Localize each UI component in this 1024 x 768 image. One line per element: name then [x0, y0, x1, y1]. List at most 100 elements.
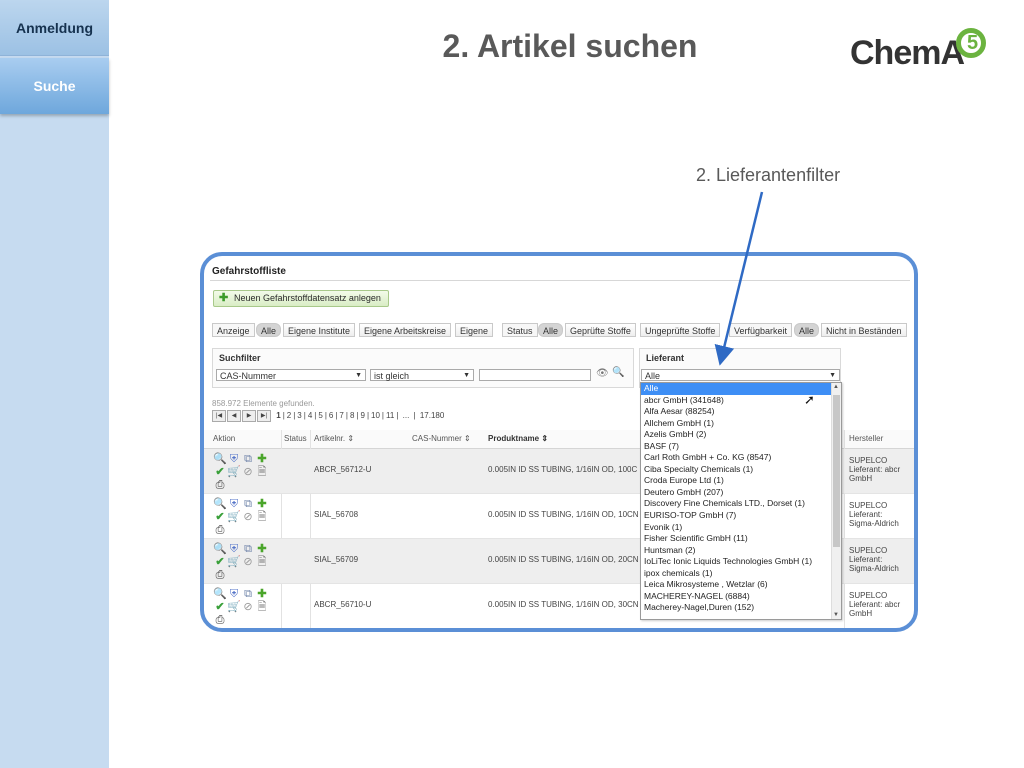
page-link[interactable]: 3 — [297, 411, 301, 420]
dropdown-scrollbar[interactable]: ▲ ▼ — [831, 383, 841, 619]
dropdown-option[interactable]: Macherey-Nagel,Duren (152) — [641, 602, 841, 614]
logo-text: ChemA — [850, 34, 965, 72]
block-icon[interactable]: ⊘ — [241, 556, 255, 569]
status-alle[interactable]: Alle — [538, 323, 564, 337]
dropdown-option[interactable]: ipox chemicals (1) — [641, 568, 841, 580]
document-icon[interactable]: 🗎 — [255, 601, 269, 614]
check-icon[interactable]: ✔ — [213, 601, 227, 614]
document-icon[interactable]: 🗎 — [255, 466, 269, 479]
anzeige-eigene-arbeitskreise[interactable]: Eigene Arbeitskreise — [359, 323, 452, 337]
dropdown-option[interactable]: EURISO-TOP GmbH (7) — [641, 510, 841, 522]
document-icon[interactable]: 🗎 — [255, 556, 269, 569]
scroll-up-icon[interactable]: ▲ — [833, 384, 839, 390]
printer-icon[interactable]: ⎙ — [213, 569, 227, 582]
dropdown-option[interactable]: Fisher Scientific GmbH (11) — [641, 533, 841, 545]
copy-icon[interactable]: ⧉ — [241, 543, 255, 556]
page-link[interactable]: 1 — [276, 411, 280, 420]
check-icon[interactable]: ✔ — [213, 466, 227, 479]
plus-icon[interactable]: ✚ — [255, 588, 269, 601]
printer-icon[interactable]: ⎙ — [213, 524, 227, 537]
document-icon[interactable]: 🗎 — [255, 511, 269, 524]
page-link[interactable]: 5 — [318, 411, 322, 420]
anzeige-eigene-institute[interactable]: Eigene Institute — [283, 323, 356, 337]
block-icon[interactable]: ⊘ — [241, 511, 255, 524]
next-page-button[interactable]: ▶ — [242, 410, 256, 422]
suchfilter-value-input[interactable] — [479, 369, 591, 381]
first-page-button[interactable]: |◀ — [212, 410, 226, 422]
page-link[interactable]: 8 — [350, 411, 354, 420]
search-icon[interactable]: 🔍 — [213, 453, 227, 466]
cart-icon[interactable]: 🛒 — [227, 601, 241, 614]
dropdown-option[interactable]: Allchem GmbH (1) — [641, 418, 841, 430]
col-status[interactable]: Status — [284, 434, 307, 443]
search-icon[interactable]: 🔍 — [213, 543, 227, 556]
plus-icon[interactable]: ✚ — [255, 543, 269, 556]
page-link-last[interactable]: 17.180 — [420, 411, 444, 420]
dropdown-option[interactable]: Azelis GmbH (2) — [641, 429, 841, 441]
printer-icon[interactable]: ⎙ — [213, 479, 227, 492]
page-link[interactable]: 10 — [371, 411, 380, 420]
eye-icon[interactable]: 👁 — [596, 368, 609, 379]
scroll-down-icon[interactable]: ▼ — [833, 612, 839, 618]
cart-icon[interactable]: 🛒 — [227, 511, 241, 524]
printer-icon[interactable]: ⎙ — [213, 614, 227, 627]
col-artikelnr[interactable]: Artikelnr. ⇕ — [314, 434, 354, 443]
sidebar-tab-anmeldung[interactable]: Anmeldung — [0, 0, 109, 56]
block-icon[interactable]: ⊘ — [241, 466, 255, 479]
dropdown-option[interactable]: Deutero GmbH (207) — [641, 487, 841, 499]
page-link[interactable]: 7 — [339, 411, 343, 420]
status-gepruefte-stoffe[interactable]: Geprüfte Stoffe — [565, 323, 636, 337]
anzeige-eigene[interactable]: Eigene — [455, 323, 494, 337]
cart-icon[interactable]: 🛒 — [227, 466, 241, 479]
check-icon[interactable]: ✔ — [213, 556, 227, 569]
plus-icon[interactable]: ✚ — [255, 453, 269, 466]
search-icon[interactable]: 🔍 — [213, 588, 227, 601]
dropdown-option[interactable]: Leica Mikrosysteme , Wetzlar (6) — [641, 579, 841, 591]
shield-icon[interactable]: ⛨ — [227, 453, 241, 466]
lieferant-select[interactable]: Alle ▼ — [641, 369, 840, 381]
verfuegbarkeit-nicht-in-bestaenden[interactable]: Nicht in Beständen — [821, 323, 907, 337]
copy-icon[interactable]: ⧉ — [241, 588, 255, 601]
suchfilter-operator-select[interactable]: ist gleich ▼ — [370, 369, 474, 381]
suchfilter-field-select[interactable]: CAS-Nummer ▼ — [216, 369, 366, 381]
col-cas-nummer[interactable]: CAS-Nummer ⇕ — [412, 434, 471, 443]
block-icon[interactable]: ⊘ — [241, 601, 255, 614]
anzeige-alle[interactable]: Alle — [256, 323, 282, 337]
page-link[interactable]: 11 — [386, 411, 394, 420]
search-icon[interactable]: 🔍 — [213, 498, 227, 511]
dropdown-option[interactable]: MACHEREY-NAGEL (6884) — [641, 591, 841, 603]
copy-icon[interactable]: ⧉ — [241, 498, 255, 511]
page-link[interactable]: 6 — [329, 411, 333, 420]
last-page-button[interactable]: ▶| — [257, 410, 271, 422]
status-ungepruefte-stoffe[interactable]: Ungeprüfte Stoffe — [640, 323, 721, 337]
check-icon[interactable]: ✔ — [213, 511, 227, 524]
dropdown-option[interactable]: Discovery Fine Chemicals LTD., Dorset (1… — [641, 498, 841, 510]
scrollbar-thumb[interactable] — [833, 395, 840, 547]
dropdown-option[interactable]: Croda Europe Ltd (1) — [641, 475, 841, 487]
dropdown-option[interactable]: Ciba Specialty Chemicals (1) — [641, 464, 841, 476]
new-record-button[interactable]: ✚ Neuen Gefahrstoffdatensatz anlegen — [213, 290, 389, 307]
page-link[interactable]: 2 — [287, 411, 291, 420]
page-link[interactable]: 4 — [308, 411, 312, 420]
shield-icon[interactable]: ⛨ — [227, 588, 241, 601]
prev-page-button[interactable]: ◀ — [227, 410, 241, 422]
dropdown-option[interactable]: Huntsman (2) — [641, 545, 841, 557]
search-icon[interactable]: 🔍 — [612, 367, 624, 378]
dropdown-option[interactable]: Evonik (1) — [641, 522, 841, 534]
shield-icon[interactable]: ⛨ — [227, 498, 241, 511]
row-actions: 🔍 ⛨ ⧉ ✚ ✔ 🛒 ⊘ 🗎 ⎙ — [213, 588, 277, 627]
lieferant-dropdown-list[interactable]: Alle abcr GmbH (341648) Alfa Aesar (88254)… — [640, 382, 842, 620]
shield-icon[interactable]: ⛨ — [227, 543, 241, 556]
dropdown-option[interactable]: Carl Roth GmbH + Co. KG (8547) — [641, 452, 841, 464]
dropdown-option[interactable]: IoLiTec Ionic Liquids Technologies GmbH … — [641, 556, 841, 568]
page-link[interactable]: 9 — [360, 411, 364, 420]
dropdown-option[interactable]: BASF (7) — [641, 441, 841, 453]
plus-icon[interactable]: ✚ — [255, 498, 269, 511]
cell-produktname: 0.005IN ID SS TUBING, 1/16IN OD, 100C — [488, 465, 638, 474]
sidebar-tab-suche[interactable]: Suche — [0, 58, 109, 114]
col-produktname[interactable]: Produktname ⇕ — [488, 434, 548, 443]
copy-icon[interactable]: ⧉ — [241, 453, 255, 466]
verfuegbarkeit-alle[interactable]: Alle — [794, 323, 820, 337]
cart-icon[interactable]: 🛒 — [227, 556, 241, 569]
col-hersteller[interactable]: Hersteller — [849, 434, 883, 443]
